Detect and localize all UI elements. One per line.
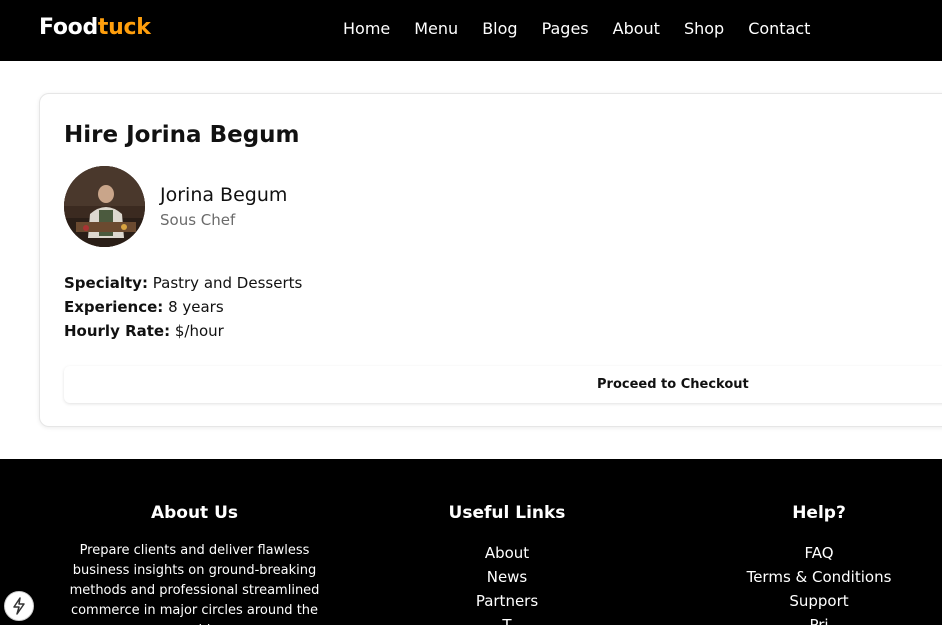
footer-about-title: About Us: [150, 503, 239, 523]
nav-home[interactable]: Home: [343, 19, 390, 38]
footer-help-support[interactable]: Support: [719, 589, 919, 613]
footer-help-faq[interactable]: FAQ: [719, 541, 919, 565]
logo-text-part1: Food: [39, 15, 98, 40]
nav-shop[interactable]: Shop: [684, 19, 724, 38]
floating-action-button[interactable]: [4, 591, 34, 621]
top-navbar: Foodtuck Home Menu Blog Pages About Shop…: [0, 0, 942, 61]
footer-link-about[interactable]: About: [407, 541, 607, 565]
chef-avatar: [64, 166, 145, 247]
footer-useful-links: Useful Links About News Partners T: [407, 503, 607, 637]
specialty-label: Specialty:: [64, 274, 148, 292]
main-nav: Home Menu Blog Pages About Shop Contact: [343, 19, 834, 38]
rate-value: $/hour: [174, 322, 224, 340]
footer-about: About Us Prepare clients and deliver fla…: [56, 503, 333, 641]
nav-about[interactable]: About: [613, 19, 660, 38]
experience-value: 8 years: [168, 298, 224, 316]
specialty-value: Pastry and Desserts: [152, 274, 303, 292]
logo[interactable]: Foodtuck: [39, 15, 151, 40]
logo-text-part2: tuck: [97, 15, 151, 40]
nav-blog[interactable]: Blog: [482, 19, 517, 38]
chef-name: Jorina Begum: [160, 184, 288, 206]
footer-link-news[interactable]: News: [407, 565, 607, 589]
specialty-row: Specialty: Pastry and Desserts: [64, 274, 302, 292]
chef-role: Sous Chef: [160, 211, 236, 229]
nav-menu[interactable]: Menu: [414, 19, 458, 38]
nav-pages[interactable]: Pages: [542, 19, 589, 38]
footer-links-title: Useful Links: [448, 503, 566, 523]
footer-help: Help? FAQ Terms & Conditions Support Pri: [719, 503, 919, 637]
proceed-to-checkout-button[interactable]: Proceed to Checkout: [64, 366, 942, 403]
lightning-icon: [13, 597, 25, 615]
nav-contact[interactable]: Contact: [748, 19, 810, 38]
chef-photo: [64, 166, 145, 247]
experience-row: Experience: 8 years: [64, 298, 224, 316]
footer-help-terms[interactable]: Terms & Conditions: [719, 565, 919, 589]
experience-label: Experience:: [64, 298, 164, 316]
footer-link-truncated[interactable]: T: [407, 613, 607, 637]
hire-card: Hire Jorina Begum Jorina Begum Sous Chef…: [39, 93, 942, 427]
page-title: Hire Jorina Begum: [64, 122, 300, 148]
rate-row: Hourly Rate: $/hour: [64, 322, 224, 340]
rate-label: Hourly Rate:: [64, 322, 171, 340]
footer-help-truncated[interactable]: Pri: [719, 613, 919, 637]
footer-link-partners[interactable]: Partners: [407, 589, 607, 613]
footer: About Us Prepare clients and deliver fla…: [0, 459, 942, 638]
footer-about-text: Prepare clients and deliver flawless bus…: [69, 543, 320, 638]
footer-help-title: Help?: [792, 503, 846, 523]
